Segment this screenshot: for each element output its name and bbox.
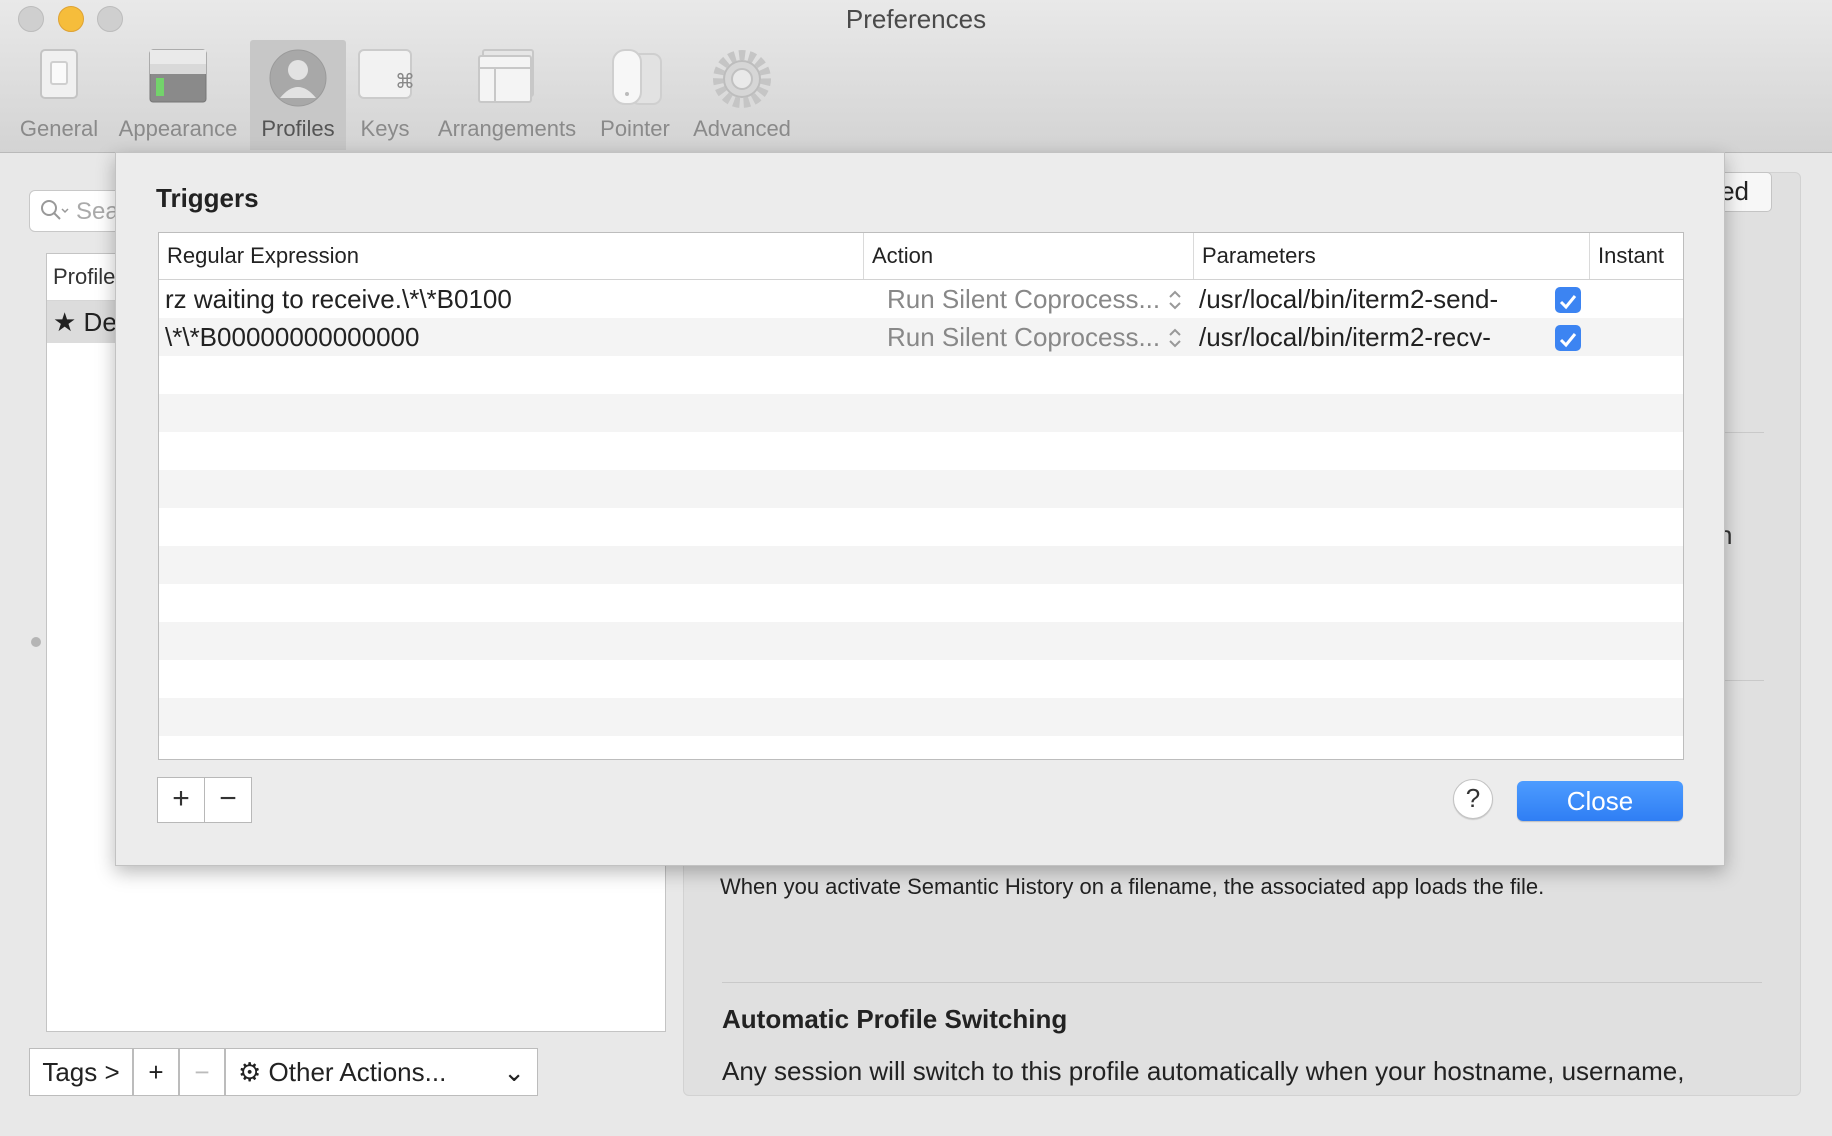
toolbar-advanced[interactable]: Advanced	[686, 40, 798, 150]
separator	[722, 982, 1762, 983]
search-icon	[41, 200, 69, 220]
other-actions-button[interactable]: ⚙ Other Actions... ⌄	[225, 1048, 538, 1096]
trigger-parameters-cell[interactable]: /usr/local/bin/iterm2-recv-	[1199, 318, 1529, 356]
instant-checkbox[interactable]	[1555, 287, 1581, 313]
general-switch-icon	[40, 49, 78, 99]
trigger-action-label: Run Silent Coprocess...	[887, 322, 1161, 352]
split-view-handle[interactable]	[31, 637, 41, 647]
profile-person-icon	[269, 49, 327, 107]
svg-text:⌘: ⌘	[395, 69, 413, 93]
trigger-instant-cell	[1541, 280, 1581, 318]
gear-icon: ⚙	[238, 1057, 262, 1087]
empty-row	[159, 698, 1683, 736]
toolbar-appearance-label: Appearance	[118, 116, 238, 141]
toolbar-appearance[interactable]: Appearance	[114, 40, 242, 150]
add-profile-button[interactable]: +	[133, 1048, 179, 1096]
trigger-regex-cell[interactable]: \*\*B00000000000000	[165, 318, 855, 356]
toolbar-pointer-label: Pointer	[600, 116, 670, 141]
empty-row	[159, 356, 1683, 394]
automatic-profile-switching-description: Any session will switch to this profile …	[722, 1056, 1685, 1086]
trigger-row[interactable]: \*\*B00000000000000 Run Silent Coprocess…	[159, 318, 1683, 356]
arrangements-windows-icon	[478, 49, 534, 103]
profile-name: De	[83, 307, 117, 337]
window-title: Preferences	[845, 4, 987, 34]
empty-row	[159, 584, 1683, 622]
add-trigger-button[interactable]: +	[157, 777, 205, 823]
trigger-row[interactable]: rz waiting to receive.\*\*B0100 Run Sile…	[159, 280, 1683, 318]
toolbar-general-label: General	[19, 116, 99, 141]
triggers-table[interactable]: Regular Expression Action Parameters Ins…	[158, 232, 1684, 760]
automatic-profile-switching-title: Automatic Profile Switching	[722, 1004, 1068, 1034]
default-star-icon: ★	[53, 307, 84, 337]
triggers-sheet: Triggers Regular Expression Action Param…	[115, 152, 1725, 866]
toolbar-general[interactable]: General	[16, 40, 102, 150]
updown-chevron-icon	[1169, 328, 1181, 348]
keys-command-icon: ⌘	[358, 49, 413, 99]
toolbar-pointer[interactable]: Pointer	[594, 40, 676, 150]
toolbar-keys-label: Keys	[360, 116, 410, 141]
toolbar-arrangements[interactable]: Arrangements	[432, 40, 582, 150]
trigger-instant-cell	[1541, 318, 1581, 356]
triggers-table-header: Regular Expression Action Parameters Ins…	[159, 233, 1683, 280]
triggers-title: Triggers	[156, 183, 259, 213]
help-button[interactable]: ?	[1453, 779, 1493, 819]
checkmark-icon	[1559, 333, 1577, 348]
trigger-action-popup[interactable]: Run Silent Coprocess...	[887, 318, 1187, 356]
empty-row	[159, 508, 1683, 546]
empty-row	[159, 622, 1683, 660]
advanced-gear-icon	[713, 50, 771, 108]
close-button[interactable]: Close	[1517, 781, 1683, 821]
profile-search-placeholder: Sea	[76, 198, 119, 225]
empty-row	[159, 394, 1683, 432]
toolbar-profiles-label: Profiles	[261, 116, 335, 141]
updown-chevron-icon	[1169, 290, 1181, 310]
remove-profile-button[interactable]: −	[179, 1048, 225, 1096]
checkmark-icon	[1559, 295, 1577, 310]
empty-row	[159, 660, 1683, 698]
trigger-parameters-cell[interactable]: /usr/local/bin/iterm2-send-	[1199, 280, 1529, 318]
empty-row	[159, 470, 1683, 508]
toolbar-arrangements-label: Arrangements	[437, 116, 577, 141]
trigger-action-popup[interactable]: Run Silent Coprocess...	[887, 280, 1187, 318]
title-bar: Preferences General Appearance Profiles	[0, 0, 1832, 153]
column-header-regex[interactable]: Regular Expression	[159, 233, 863, 279]
empty-row	[159, 432, 1683, 470]
toolbar-keys[interactable]: ⌘ Keys	[352, 40, 418, 150]
appearance-window-icon	[149, 49, 207, 103]
toolbar-advanced-label: Advanced	[693, 116, 791, 141]
instant-checkbox[interactable]	[1555, 325, 1581, 351]
toolbar-profiles[interactable]: Profiles	[250, 40, 346, 150]
trigger-regex-cell[interactable]: rz waiting to receive.\*\*B0100	[165, 280, 855, 318]
other-actions-label: Other Actions...	[268, 1057, 447, 1087]
pointer-mouse-icon	[612, 49, 662, 105]
remove-trigger-button[interactable]: −	[204, 777, 252, 823]
chevron-down-icon: ⌄	[503, 1057, 525, 1087]
semantic-history-description: When you activate Semantic History on a …	[720, 874, 1545, 899]
tags-button[interactable]: Tags >	[29, 1048, 133, 1096]
trigger-action-label: Run Silent Coprocess...	[887, 284, 1161, 314]
column-header-parameters[interactable]: Parameters	[1193, 233, 1589, 279]
column-header-action[interactable]: Action	[863, 233, 1193, 279]
column-header-instant[interactable]: Instant	[1589, 233, 1683, 279]
empty-row	[159, 546, 1683, 584]
